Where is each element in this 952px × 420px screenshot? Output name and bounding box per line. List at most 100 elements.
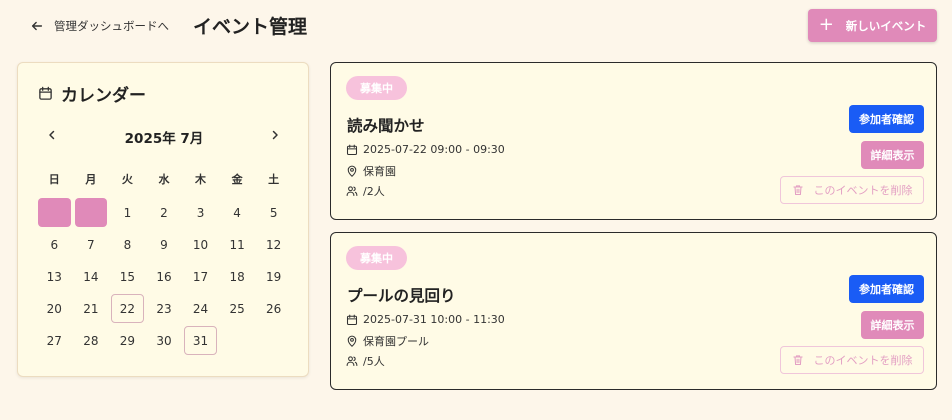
calendar-day[interactable]: 2 [146, 197, 183, 229]
calendar-blank [255, 325, 292, 357]
calendar-day-number: 3 [196, 206, 205, 220]
calendar-day[interactable]: 4 [219, 197, 256, 229]
calendar-day[interactable]: 18 [219, 261, 256, 293]
calendar-week-row: 27 28 29 30 31 [36, 325, 292, 357]
event-card: 募集中 プールの見回り 2025-07-31 10:00 - 11:30 保育園… [330, 232, 937, 390]
map-pin-icon [347, 335, 357, 347]
calendar-day[interactable]: 25 [219, 293, 256, 325]
weekday-sat: 土 [268, 173, 280, 186]
weekday-sun: 日 [48, 173, 60, 186]
calendar-day[interactable]: 13 [36, 261, 73, 293]
event-place-text: 保育園プール [363, 335, 429, 348]
calendar-day-number: 14 [83, 270, 99, 284]
calendar-day[interactable]: 14 [73, 261, 110, 293]
calendar-icon [39, 86, 52, 100]
calendar-day[interactable]: 8 [109, 229, 146, 261]
calendar-nav: 2025年 7月 [18, 125, 310, 147]
calendar-day[interactable]: 26 [255, 293, 292, 325]
calendar-day-number: 6 [50, 238, 59, 252]
event-datetime-text: 2025-07-22 09:00 - 09:30 [363, 143, 505, 156]
page-header: 管理ダッシュボードへ イベント管理 + 新しいイベント [0, 0, 952, 52]
confirm-participants-button[interactable]: 参加者確認 [849, 105, 924, 133]
back-to-dashboard-link[interactable]: 管理ダッシュボードへ [30, 16, 169, 36]
calendar-day-number: 5 [269, 206, 278, 220]
show-detail-button[interactable]: 詳細表示 [861, 311, 924, 339]
calendar-day[interactable]: 10 [182, 229, 219, 261]
chevron-right-icon [272, 130, 278, 140]
calendar-day-number: 20 [46, 302, 62, 316]
event-title: プールの見回り [347, 287, 456, 305]
calendar-day[interactable]: 30 [146, 325, 183, 357]
calendar-day-number: 23 [156, 302, 172, 316]
calendar-day[interactable]: 21 [73, 293, 110, 325]
map-pin-icon [347, 165, 357, 177]
calendar-week-row: 13 14 15 16 17 18 19 [36, 261, 292, 293]
calendar-days: 1 2 3 4 5 6 7 8 9 10 11 12 13 14 15 16 17 18 19 20 21 22 23 24 2… [36, 197, 292, 357]
calendar-day[interactable]: 5 [255, 197, 292, 229]
calendar-week-row: 6 7 8 9 10 11 12 [36, 229, 292, 261]
calendar-day-event[interactable]: 31 [182, 325, 219, 357]
new-event-button[interactable]: + 新しいイベント [808, 9, 937, 42]
calendar-day[interactable]: 20 [36, 293, 73, 325]
calendar-day-number: 30 [156, 334, 172, 348]
new-event-label: 新しいイベント [845, 18, 927, 33]
calendar-day[interactable]: 27 [36, 325, 73, 357]
delete-event-button[interactable]: このイベントを削除 [780, 176, 924, 204]
calendar-icon [346, 144, 358, 155]
next-month-button[interactable] [265, 125, 285, 145]
weekday-header: 日 月 火 水 木 金 土 [36, 171, 292, 187]
trash-icon [792, 355, 803, 366]
calendar-card: カレンダー 2025年 7月 日 月 火 水 木 金 土 1 2 3 4 5 6 7 8 9 10… [17, 62, 309, 377]
calendar-day-number: 4 [233, 206, 241, 220]
calendar-day[interactable]: 9 [146, 229, 183, 261]
calendar-day[interactable]: 24 [182, 293, 219, 325]
event-participants: /2人 [346, 183, 385, 199]
event-datetime: 2025-07-31 10:00 - 11:30 [346, 313, 505, 326]
calendar-header: カレンダー [38, 81, 146, 106]
calendar-day[interactable]: 11 [219, 229, 256, 261]
calendar-day[interactable]: 17 [182, 261, 219, 293]
users-icon [346, 356, 358, 367]
calendar-day-number: 17 [192, 270, 209, 284]
show-detail-button[interactable]: 詳細表示 [861, 141, 924, 169]
calendar-day[interactable]: 29 [109, 325, 146, 357]
calendar-day-number: 21 [83, 302, 99, 316]
confirm-participants-button[interactable]: 参加者確認 [849, 275, 924, 303]
calendar-day-number: 31 [192, 334, 209, 348]
calendar-icon [346, 314, 358, 325]
calendar-day-number: 18 [229, 270, 245, 284]
calendar-day[interactable]: 23 [146, 293, 183, 325]
calendar-day[interactable]: 7 [73, 229, 110, 261]
weekday-mon: 月 [85, 173, 97, 186]
plus-icon: + [818, 13, 834, 35]
calendar-day[interactable]: 15 [109, 261, 146, 293]
event-place-text: 保育園 [363, 165, 396, 178]
calendar-day[interactable]: 6 [36, 229, 73, 261]
delete-event-button[interactable]: このイベントを削除 [780, 346, 924, 374]
calendar-day[interactable]: 19 [255, 261, 292, 293]
calendar-day-number: 7 [87, 238, 95, 252]
delete-event-label: このイベントを削除 [813, 184, 913, 197]
calendar-day-number: 12 [266, 238, 282, 252]
calendar-day[interactable]: 12 [255, 229, 292, 261]
calendar-day-number: 25 [229, 302, 245, 316]
weekday-tue: 火 [121, 173, 133, 186]
calendar-day-number: 29 [119, 334, 136, 348]
calendar-day-number: 8 [123, 238, 132, 252]
event-datetime: 2025-07-22 09:00 - 09:30 [346, 143, 505, 156]
event-place: 保育園 [346, 163, 396, 179]
calendar-day[interactable]: 3 [182, 197, 219, 229]
trash-icon [792, 185, 803, 196]
calendar-day-number: 10 [192, 238, 209, 252]
calendar-day[interactable]: 28 [73, 325, 110, 357]
calendar-day-number: 27 [46, 334, 62, 348]
weekday-fri: 金 [231, 173, 243, 186]
calendar-day-number: 9 [160, 238, 168, 252]
calendar-day-number: 24 [192, 302, 209, 316]
weekday-thu: 木 [195, 173, 207, 186]
calendar-day[interactable]: 1 [109, 197, 146, 229]
calendar-day-event[interactable]: 22 [109, 293, 146, 325]
calendar-blank-highlight [36, 197, 73, 229]
calendar-day[interactable]: 16 [146, 261, 183, 293]
event-place: 保育園プール [346, 333, 429, 349]
